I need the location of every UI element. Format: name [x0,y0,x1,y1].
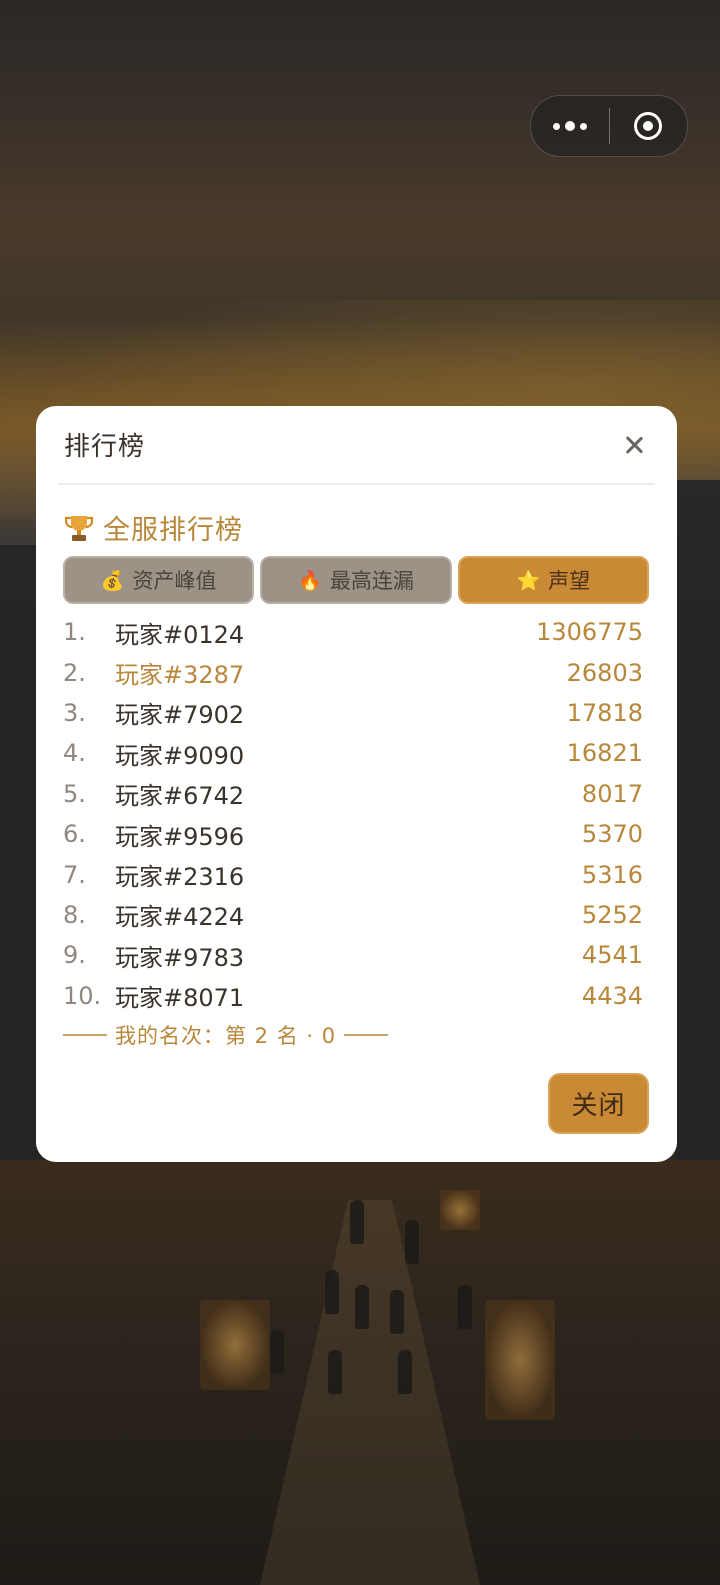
building-left [0,545,40,1165]
rank-number: 3. [63,698,86,727]
market-stall [485,1300,555,1420]
pedestrian [328,1350,342,1394]
decor-line-right [344,1034,389,1036]
player-score: 5252 [581,900,643,929]
list-item: 10. 玩家#8071 4434 [63,976,643,1016]
more-dots-icon [552,121,587,131]
section-title-text: 全服排行榜 [103,515,243,546]
rank-number: 4. [63,739,86,768]
pedestrian [270,1330,284,1374]
player-name: 玩家#8071 [115,984,245,1013]
list-item: 1. 玩家#0124 1306775 [63,612,643,652]
player-score: 4541 [581,941,643,970]
target-circle-icon [634,112,663,140]
exit-button[interactable] [610,96,688,156]
ranking-tabs: 💰 资产峰值 🔥 最高连漏 ⭐ 声望 [63,556,649,604]
rank-number: 5. [63,779,86,808]
player-score: 16821 [566,739,643,768]
close-x-icon[interactable] [619,430,649,460]
tab-asset-peak[interactable]: 💰 资产峰值 [63,556,255,604]
rank-number: 7. [63,860,86,889]
my-rank-text: 我的名次：第 2 名 · 0 [115,1024,337,1048]
list-item: 3. 玩家#7902 17818 [63,693,643,733]
list-item: 5. 玩家#6742 8017 [63,774,643,814]
player-score: 5370 [581,820,643,849]
fire-icon: 🔥 [298,569,322,592]
pedestrian [458,1285,472,1329]
player-score: 4434 [581,981,643,1010]
money-bag-icon: 💰 [100,569,125,592]
tab-label: 声望 [548,569,591,593]
pedestrian [398,1350,412,1394]
my-rank: 我的名次：第 2 名 · 0 [63,1020,389,1050]
player-name: 玩家#9596 [115,822,245,851]
player-name: 玩家#9090 [115,741,245,770]
player-score: 8017 [581,779,643,808]
rank-number: 9. [63,941,86,970]
player-name: 玩家#7902 [115,701,245,730]
tab-label: 最高连漏 [329,569,414,593]
tab-highest-streak[interactable]: 🔥 最高连漏 [260,556,452,604]
star-icon: ⭐ [516,569,541,592]
player-score: 5316 [581,860,643,889]
list-item-me: 2. 玩家#3287 26803 [63,652,643,692]
list-item: 7. 玩家#2316 5316 [63,854,643,894]
market-stall [200,1300,270,1390]
rank-number: 1. [63,618,86,647]
pedestrian [355,1285,369,1329]
tab-label: 资产峰值 [132,569,217,593]
market-stall [440,1190,480,1230]
rank-number: 10. [63,981,102,1010]
more-button[interactable] [531,96,609,156]
tab-reputation[interactable]: ⭐ 声望 [457,556,649,604]
pedestrian [325,1270,339,1314]
list-item: 4. 玩家#9090 16821 [63,733,643,773]
rank-number: 6. [63,820,86,849]
player-score: 1306775 [536,618,643,647]
list-item: 9. 玩家#9783 4541 [63,935,643,975]
player-name: 玩家#9783 [115,943,245,972]
player-name: 玩家#3287 [115,661,245,690]
pedestrian [390,1290,404,1334]
building-right [676,480,720,1160]
close-button[interactable]: 关闭 [548,1073,649,1134]
player-score: 26803 [566,658,643,687]
player-name: 玩家#2316 [115,863,245,892]
decor-line-left [63,1034,107,1036]
player-name: 玩家#0124 [115,620,245,649]
leaderboard-modal: 排行榜 全服排行榜 💰 资产峰值 🔥 最高连漏 ⭐ 声望 1. 玩家#0124 [36,406,677,1162]
rank-number: 8. [63,900,86,929]
trophy-icon [64,515,94,541]
header-divider [58,483,655,485]
pedestrian [350,1200,364,1244]
list-item: 8. 玩家#4224 5252 [63,895,643,935]
player-name: 玩家#4224 [115,903,245,932]
modal-title: 排行榜 [64,432,146,462]
list-item: 6. 玩家#9596 5370 [63,814,643,854]
player-name: 玩家#6742 [115,782,245,811]
ranking-list: 1. 玩家#0124 1306775 2. 玩家#3287 26803 3. 玩… [63,612,643,1016]
player-score: 17818 [566,698,643,727]
pedestrian [405,1220,419,1264]
rank-number: 2. [63,658,86,687]
section-title: 全服排行榜 [63,508,243,547]
miniprogram-capsule [530,95,688,157]
